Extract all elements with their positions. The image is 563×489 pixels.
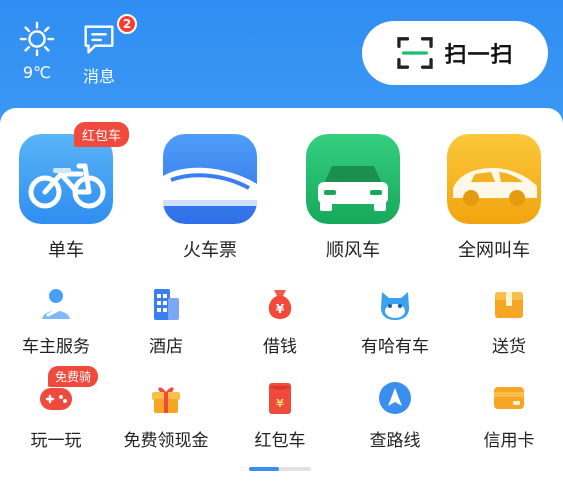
service-delivery[interactable]: 送货 xyxy=(449,286,563,357)
chat-icon xyxy=(84,25,114,54)
service-youha[interactable]: 有哈有车 xyxy=(335,286,455,357)
service-credit-card[interactable]: 信用卡 xyxy=(449,380,563,451)
bicycle-icon xyxy=(19,134,113,224)
free-ride-badge: 免费骑 xyxy=(48,366,99,387)
free-cash-label: 免费领现金 xyxy=(123,431,209,451)
message-count-badge: 2 xyxy=(117,14,137,34)
car-icon xyxy=(306,134,400,224)
red-envelope-icon: ¥ xyxy=(269,383,291,414)
hotel-icon xyxy=(154,289,179,320)
red-envelope-label: 红包车 xyxy=(254,431,306,451)
carpool-tile xyxy=(306,134,400,224)
messages-button[interactable]: 2 消息 xyxy=(69,14,137,87)
page-indicator xyxy=(249,467,311,471)
train-icon xyxy=(163,134,257,224)
taxi-label: 全网叫车 xyxy=(458,240,530,261)
train-label: 火车票 xyxy=(183,240,237,261)
service-play[interactable]: 免费骑 玩一玩 xyxy=(0,366,116,451)
driver-icon xyxy=(42,289,70,319)
credit-card-icon xyxy=(494,387,524,409)
service-loan[interactable]: ¥ 借钱 xyxy=(220,286,340,357)
service-bicycle[interactable]: 红包车 单车 xyxy=(0,122,136,262)
service-route[interactable]: 查路线 xyxy=(335,380,455,451)
cat-icon xyxy=(381,292,409,320)
bicycle-tile: 红包车 xyxy=(19,122,129,224)
main-services-grid: 红包车 单车 火车票 顺风车 全网叫车 xyxy=(0,122,563,264)
service-red-envelope[interactable]: ¥ 红包车 xyxy=(220,380,340,451)
service-hotel[interactable]: 酒店 xyxy=(106,286,226,357)
weather-widget[interactable]: 9℃ xyxy=(7,20,67,82)
scan-button[interactable]: 扫一扫 xyxy=(362,21,548,85)
sun-icon xyxy=(19,21,55,57)
service-free-cash[interactable]: 免费领现金 xyxy=(106,380,226,451)
train-tile xyxy=(163,134,257,224)
taxi-tile xyxy=(447,134,541,224)
bicycle-label: 单车 xyxy=(48,240,84,261)
service-driver[interactable]: 车主服务 xyxy=(0,286,116,357)
hotel-label: 酒店 xyxy=(149,337,183,357)
gift-icon xyxy=(152,387,180,413)
page-indicator-active xyxy=(249,467,279,471)
route-label: 查路线 xyxy=(369,431,421,451)
service-carpool[interactable]: 顺风车 xyxy=(283,134,423,262)
play-label: 玩一玩 xyxy=(30,431,82,451)
svg-text:¥: ¥ xyxy=(276,397,284,410)
driver-label: 车主服务 xyxy=(22,337,90,357)
money-bag-icon: ¥ xyxy=(268,290,292,319)
bicycle-promo-badge: 红包车 xyxy=(73,122,129,147)
delivery-label: 送货 xyxy=(492,337,526,357)
taxi-icon xyxy=(447,134,541,224)
carpool-label: 顺风车 xyxy=(326,240,380,261)
youha-label: 有哈有车 xyxy=(361,337,429,357)
route-icon xyxy=(379,382,411,414)
service-train[interactable]: 火车票 xyxy=(140,134,280,262)
temperature-label: 9℃ xyxy=(22,63,52,82)
credit-card-label: 信用卡 xyxy=(483,431,535,451)
loan-label: 借钱 xyxy=(263,337,297,357)
scan-label: 扫一扫 xyxy=(444,43,514,68)
svg-text:¥: ¥ xyxy=(276,302,285,316)
scan-icon xyxy=(397,37,434,69)
service-taxi[interactable]: 全网叫车 xyxy=(424,134,563,262)
package-icon xyxy=(495,292,523,318)
messages-label: 消息 xyxy=(82,67,115,86)
